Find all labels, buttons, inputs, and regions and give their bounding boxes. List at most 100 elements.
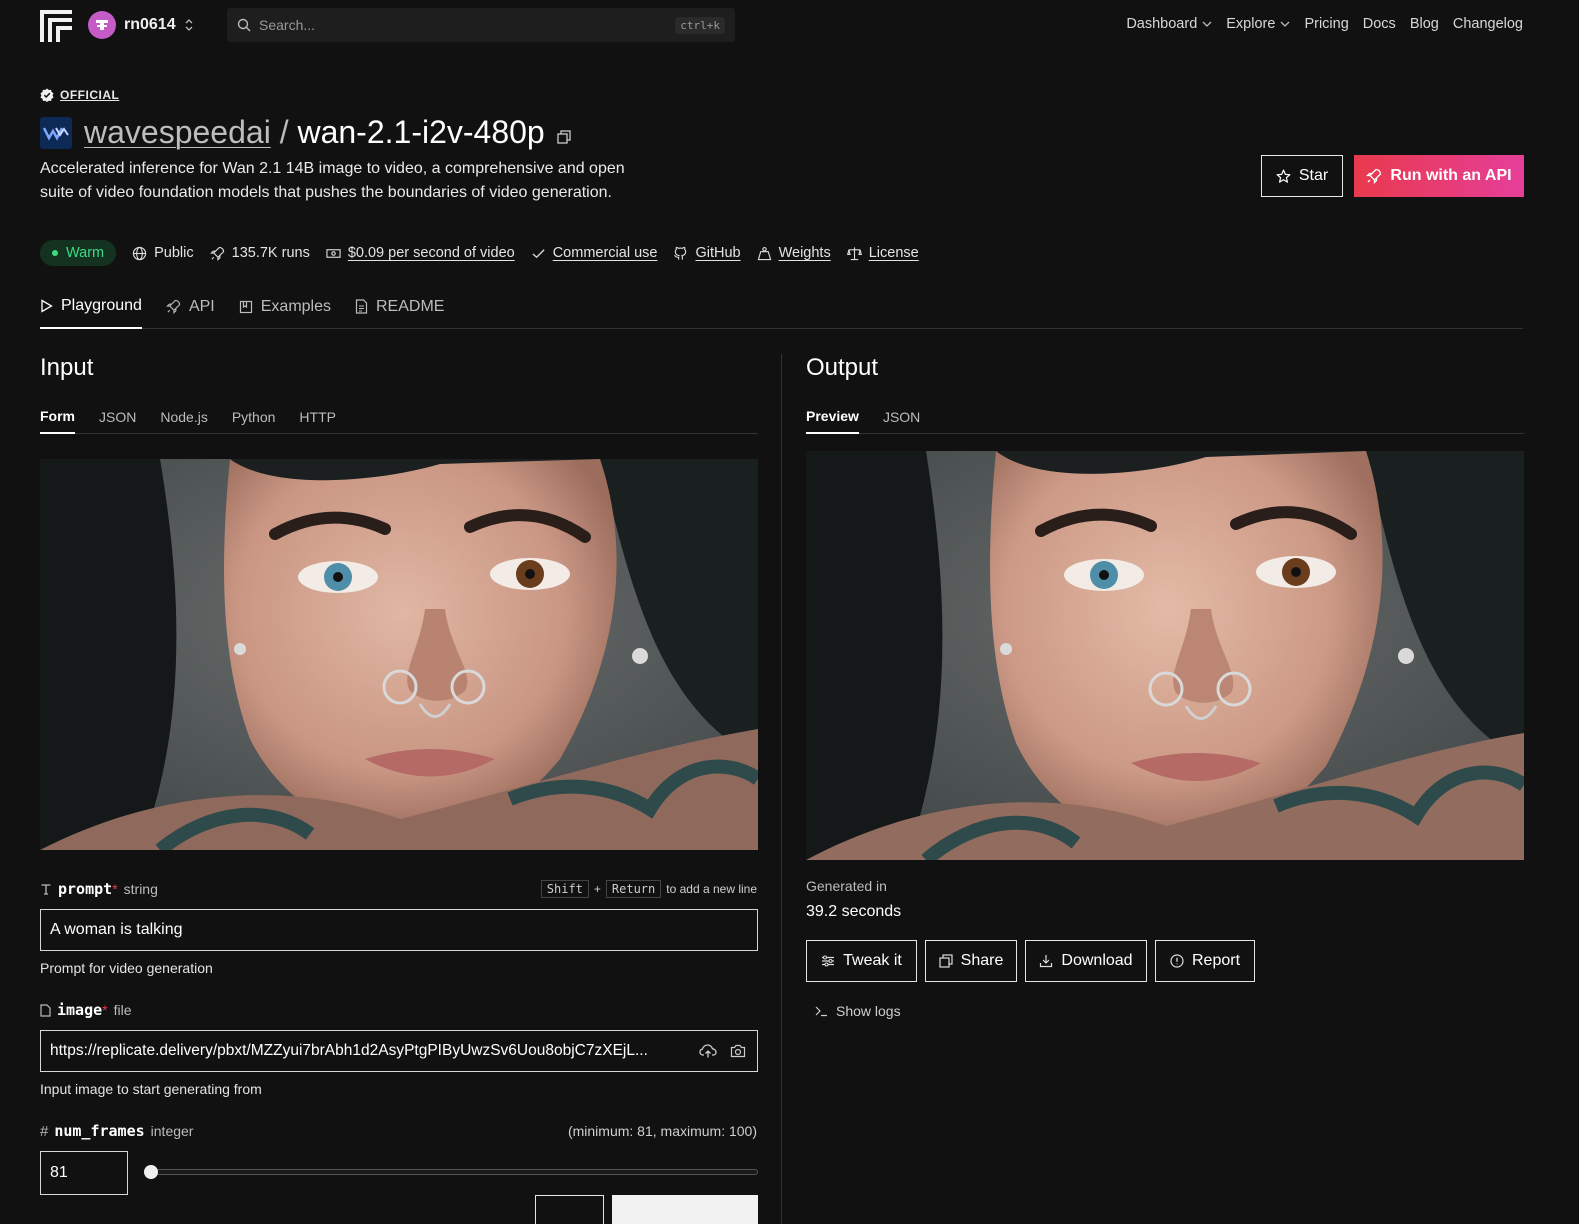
download-button[interactable]: Download [1025, 940, 1147, 982]
show-logs-label: Show logs [836, 1003, 901, 1019]
nav-blog[interactable]: Blog [1410, 16, 1439, 32]
run-count: 135.7K runs [209, 245, 310, 261]
tab-api[interactable]: API [166, 284, 215, 329]
replicate-logo-icon[interactable] [40, 10, 72, 42]
report-button[interactable]: Report [1155, 940, 1255, 982]
file-icon [40, 1003, 51, 1017]
tweak-it-button[interactable]: Tweak it [806, 940, 917, 982]
text-type-icon [41, 884, 51, 895]
title-separator: / [279, 114, 289, 150]
portrait-illustration [806, 451, 1524, 860]
prompt-name: prompt [58, 880, 113, 898]
copy-share-icon [939, 954, 953, 968]
visibility-label: Public [154, 245, 194, 261]
image-name: image [57, 1001, 103, 1019]
subtab-json[interactable]: JSON [99, 399, 136, 434]
visibility-public: Public [132, 245, 194, 261]
commercial-use-label: Commercial use [552, 245, 658, 261]
github-label: GitHub [695, 245, 741, 261]
prompt-type: string [123, 881, 158, 897]
avatar-glyph-icon [96, 20, 108, 30]
output-video-preview[interactable] [806, 451, 1524, 860]
model-title-row: wavespeedai / wan-2.1-i2v-480p [40, 114, 571, 151]
report-label: Report [1191, 952, 1241, 969]
upload-cloud-icon[interactable] [699, 1043, 717, 1059]
search-input[interactable] [259, 17, 668, 33]
subtab-http[interactable]: HTTP [299, 399, 336, 434]
star-button[interactable]: Star [1261, 155, 1343, 197]
book-icon [239, 300, 252, 313]
star-label: Star [1298, 167, 1329, 184]
output-title: Output [806, 354, 879, 381]
alert-circle-icon [1170, 954, 1184, 968]
nav-explore[interactable]: Explore [1226, 16, 1290, 32]
hash-icon: # [40, 1122, 49, 1140]
check-icon [532, 248, 545, 258]
tab-readme[interactable]: README [355, 284, 444, 329]
play-icon [41, 298, 53, 313]
nav-changelog[interactable]: Changelog [1453, 16, 1523, 32]
input-title: Input [40, 354, 94, 381]
github-link[interactable]: GitHub [673, 245, 741, 261]
tab-examples[interactable]: Examples [239, 284, 331, 329]
rocket-icon [166, 299, 181, 314]
nav-docs[interactable]: Docs [1363, 16, 1396, 32]
search-bar[interactable]: ctrl+k [227, 8, 735, 42]
generated-label: Generated in [806, 878, 887, 894]
prompt-label: prompt * string [40, 880, 158, 898]
column-divider [781, 354, 782, 1224]
commercial-use-link[interactable]: Commercial use [531, 245, 658, 261]
nav-links: Dashboard Explore Pricing Docs Blog Chan… [1126, 16, 1523, 32]
chevron-down-icon [1280, 21, 1290, 27]
warm-status-label: Warm [66, 245, 105, 261]
image-url-input[interactable]: https://replicate.delivery/pbxt/MZZyui7b… [40, 1030, 758, 1072]
tab-playground[interactable]: Playground [40, 284, 142, 329]
copy-icon[interactable] [557, 129, 571, 144]
account-switcher[interactable]: rn0614 [88, 11, 194, 39]
weights-link[interactable]: Weights [757, 245, 831, 261]
num-frames-slider-thumb[interactable] [144, 1165, 158, 1179]
terminal-icon [815, 1006, 827, 1017]
num-frames-label: # num_frames integer [40, 1122, 193, 1140]
status-dot [52, 250, 58, 256]
globe-icon [132, 246, 147, 260]
main-tabs: Playground API Examples README [40, 284, 1523, 329]
pricing-link[interactable]: $0.09 per second of video [326, 245, 515, 261]
run-with-api-button[interactable]: Run with an API [1354, 155, 1524, 197]
model-description: Accelerated inference for Wan 2.1 14B im… [40, 160, 625, 201]
nav-pricing[interactable]: Pricing [1304, 16, 1348, 32]
image-label: image * file [40, 1001, 132, 1019]
nav-dashboard[interactable]: Dashboard [1126, 16, 1212, 32]
official-badge[interactable]: OFFICIAL [40, 88, 119, 102]
chevron-up-down-icon [185, 19, 193, 31]
search-shortcut: ctrl+k [675, 16, 725, 34]
verified-badge-icon [40, 88, 54, 102]
prompt-help: Prompt for video generation [40, 960, 213, 976]
share-button[interactable]: Share [925, 940, 1017, 982]
weight-icon [757, 246, 771, 260]
license-link[interactable]: License [846, 245, 919, 261]
license-label: License [868, 245, 919, 261]
num-frames-slider[interactable] [146, 1169, 758, 1175]
newline-hint: Shift + Return to add a new line [540, 880, 757, 898]
pricing-label: $0.09 per second of video [347, 245, 515, 261]
subtab-output-json[interactable]: JSON [883, 399, 920, 434]
subtab-nodejs[interactable]: Node.js [160, 399, 207, 434]
camera-icon[interactable] [730, 1044, 746, 1058]
reset-button[interactable] [535, 1195, 604, 1224]
chevron-down-icon [1202, 21, 1212, 27]
show-logs-toggle[interactable]: Show logs [815, 1003, 901, 1019]
run-button[interactable] [612, 1195, 758, 1224]
tab-examples-label: Examples [260, 297, 331, 315]
num-frames-input[interactable]: 81 [40, 1151, 128, 1195]
weights-label: Weights [778, 245, 831, 261]
subtab-form[interactable]: Form [40, 399, 75, 434]
model-owner-link[interactable]: wavespeedai [84, 114, 271, 150]
plus-sign: + [593, 882, 601, 896]
rocket-icon [209, 246, 224, 261]
subtab-python[interactable]: Python [232, 399, 276, 434]
star-icon [1276, 169, 1291, 183]
prompt-input[interactable]: A woman is talking [40, 909, 758, 951]
search-icon [237, 18, 251, 32]
subtab-preview[interactable]: Preview [806, 399, 859, 434]
